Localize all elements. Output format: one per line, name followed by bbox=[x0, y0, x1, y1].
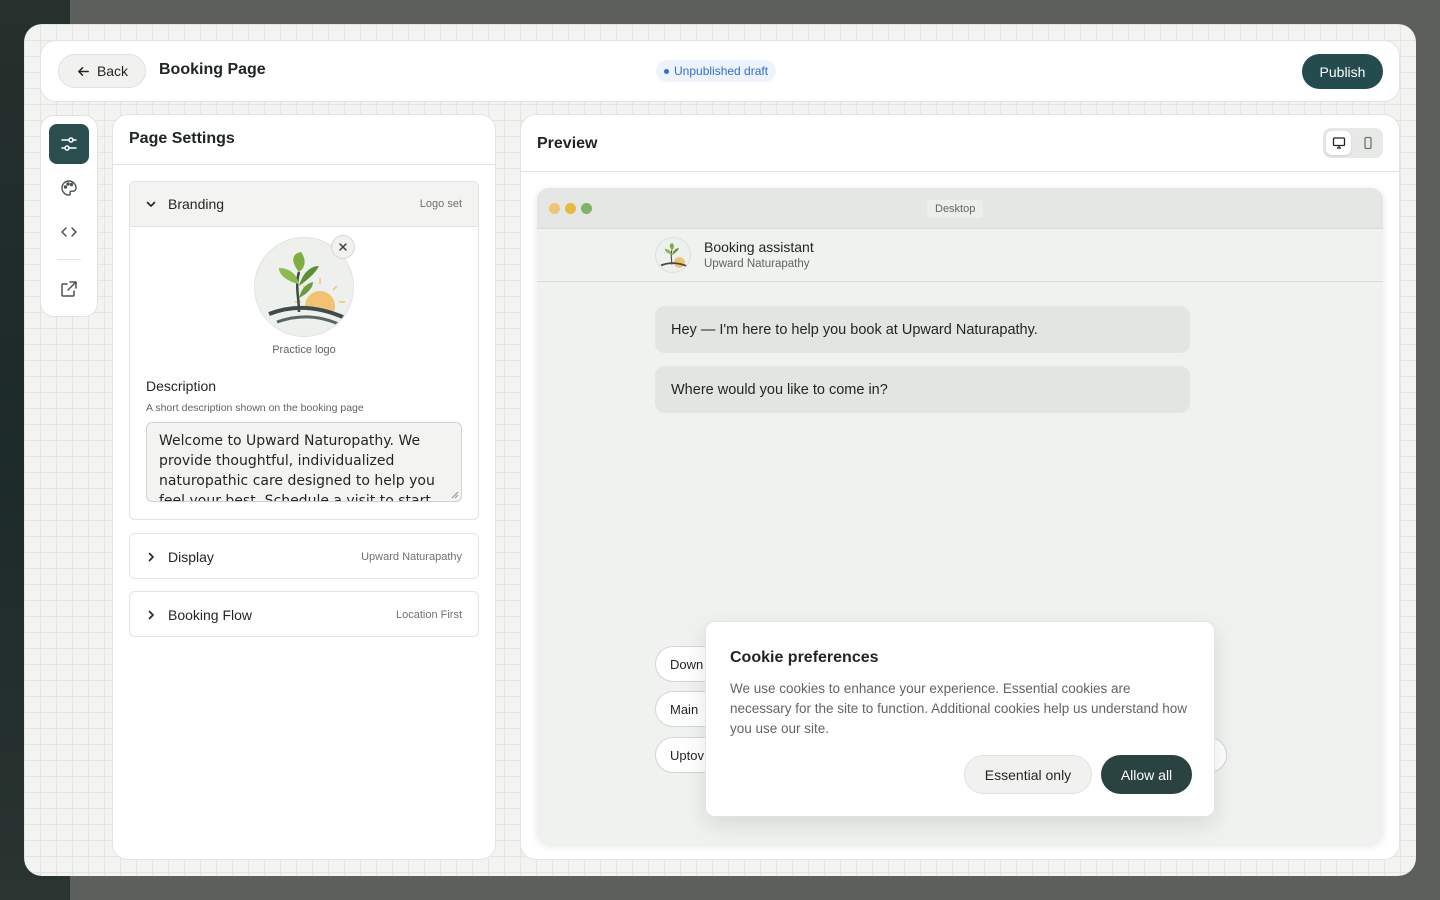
description-value: Welcome to Upward Naturopathy. We provid… bbox=[159, 433, 435, 502]
rail-settings-button[interactable] bbox=[49, 124, 89, 164]
chat-message: Hey — I'm here to help you book at Upwar… bbox=[655, 306, 1190, 353]
resize-handle-icon[interactable] bbox=[451, 491, 459, 499]
external-link-icon bbox=[61, 281, 77, 297]
branding-header[interactable]: Branding Logo set bbox=[130, 182, 478, 227]
branding-label: Branding bbox=[168, 196, 225, 212]
avatar bbox=[655, 237, 691, 273]
back-button[interactable]: Back bbox=[58, 54, 146, 88]
chevron-down-icon bbox=[146, 201, 156, 207]
rail-embed-button[interactable] bbox=[49, 212, 89, 252]
window-dot-icon bbox=[581, 203, 592, 214]
page-settings-panel: Page Settings Branding Logo set Practice… bbox=[112, 114, 496, 860]
rail-theme-button[interactable] bbox=[49, 168, 89, 208]
cookie-text: We use cookies to enhance your experienc… bbox=[730, 681, 1188, 736]
browser-toolbar: Desktop bbox=[537, 188, 1383, 229]
mobile-view-button[interactable] bbox=[1355, 131, 1380, 155]
monitor-icon bbox=[1332, 137, 1345, 149]
device-toggle bbox=[1323, 128, 1383, 158]
top-header: Back Booking Page Unpublished draft Publ… bbox=[40, 40, 1400, 102]
allow-all-button[interactable]: Allow all bbox=[1101, 755, 1192, 794]
publish-button[interactable]: Publish bbox=[1302, 54, 1383, 89]
rail-divider bbox=[57, 259, 81, 260]
device-label: Desktop bbox=[927, 200, 984, 218]
cookie-dialog: Cookie preferences We use cookies to enh… bbox=[705, 621, 1215, 817]
chevron-right-icon bbox=[148, 552, 154, 561]
cookie-title: Cookie preferences bbox=[730, 649, 879, 666]
practice-logo bbox=[254, 235, 355, 337]
preview-title: Preview bbox=[521, 115, 1399, 172]
display-section: Display Upward Naturapathy bbox=[129, 533, 479, 579]
phone-icon bbox=[1363, 136, 1372, 150]
code-icon bbox=[61, 227, 77, 237]
rail-open-external-button[interactable] bbox=[49, 269, 89, 309]
window-dot-icon bbox=[549, 203, 560, 214]
booking-flow-header[interactable]: Booking Flow Location First bbox=[130, 592, 478, 637]
description-help: A short description shown on the booking… bbox=[146, 402, 364, 414]
branding-hint: Logo set bbox=[419, 198, 462, 210]
display-hint: Upward Naturapathy bbox=[361, 550, 462, 563]
desktop-view-button[interactable] bbox=[1326, 131, 1351, 155]
chat-title: Booking assistant bbox=[704, 239, 814, 255]
booking-flow-section: Booking Flow Location First bbox=[129, 591, 479, 637]
page-title: Booking Page bbox=[159, 61, 266, 78]
status-badge: Unpublished draft bbox=[656, 60, 777, 82]
remove-logo-button[interactable] bbox=[331, 235, 355, 259]
sprout-sun-logo-icon bbox=[660, 243, 689, 268]
booking-flow-hint: Location First bbox=[395, 608, 462, 621]
arrow-left-icon bbox=[78, 66, 89, 76]
status-dot-icon bbox=[664, 68, 669, 74]
back-label: Back bbox=[96, 63, 129, 79]
booking-flow-label: Booking Flow bbox=[168, 606, 253, 623]
app-window: Back Booking Page Unpublished draft Publ… bbox=[24, 24, 1416, 876]
branding-section: Branding Logo set Practice logo Descript… bbox=[129, 181, 479, 520]
chat-subtitle: Upward Naturapathy bbox=[704, 258, 810, 270]
logo-caption: Practice logo bbox=[272, 344, 336, 356]
status-text: Unpublished draft bbox=[674, 64, 769, 78]
chat-message: Where would you like to come in? bbox=[655, 366, 1190, 413]
chevron-right-icon bbox=[148, 610, 154, 619]
description-textarea[interactable]: Welcome to Upward Naturopathy. We provid… bbox=[146, 422, 462, 502]
window-dot-icon bbox=[565, 203, 576, 214]
settings-title: Page Settings bbox=[113, 115, 495, 165]
display-label: Display bbox=[168, 548, 214, 565]
essential-only-button[interactable]: Essential only bbox=[964, 755, 1092, 794]
chat-header: Booking assistant Upward Naturapathy bbox=[537, 229, 1383, 282]
description-label: Description bbox=[146, 378, 217, 394]
sliders-icon bbox=[61, 137, 77, 151]
palette-icon bbox=[61, 180, 77, 196]
close-icon bbox=[339, 243, 347, 251]
display-header[interactable]: Display Upward Naturapathy bbox=[130, 534, 478, 579]
tool-rail bbox=[40, 115, 98, 317]
